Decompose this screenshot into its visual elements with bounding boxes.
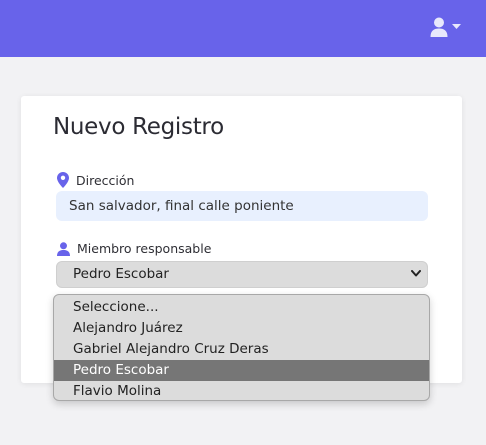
dropdown-option-highlighted[interactable]: Pedro Escobar — [54, 360, 429, 381]
user-menu-toggle[interactable] — [430, 17, 461, 37]
direccion-label: Dirección — [57, 172, 134, 188]
chevron-down-icon — [411, 270, 421, 277]
dropdown-option[interactable]: Alejandro Juárez — [54, 318, 429, 339]
miembro-label: Miembro responsable — [57, 241, 211, 256]
direccion-label-text: Dirección — [76, 172, 135, 188]
dropdown-option[interactable]: Flavio Molina — [54, 381, 429, 400]
user-icon — [430, 17, 448, 37]
top-navbar — [0, 0, 486, 57]
miembro-dropdown-list: Seleccione... Alejandro Juárez Gabriel A… — [53, 294, 430, 401]
miembro-select-value: Pedro Escobar — [73, 266, 169, 282]
dropdown-option[interactable]: Gabriel Alejandro Cruz Deras — [54, 339, 429, 360]
miembro-label-text: Miembro responsable — [77, 241, 212, 256]
miembro-select[interactable]: Pedro Escobar — [56, 261, 428, 288]
page-title: Nuevo Registro — [53, 114, 224, 140]
direccion-input[interactable]: San salvador, final calle poniente — [56, 191, 428, 221]
map-marker-icon — [57, 172, 69, 188]
dropdown-option[interactable]: Seleccione... — [54, 297, 429, 318]
caret-down-icon — [452, 24, 461, 29]
user-icon — [57, 241, 70, 256]
